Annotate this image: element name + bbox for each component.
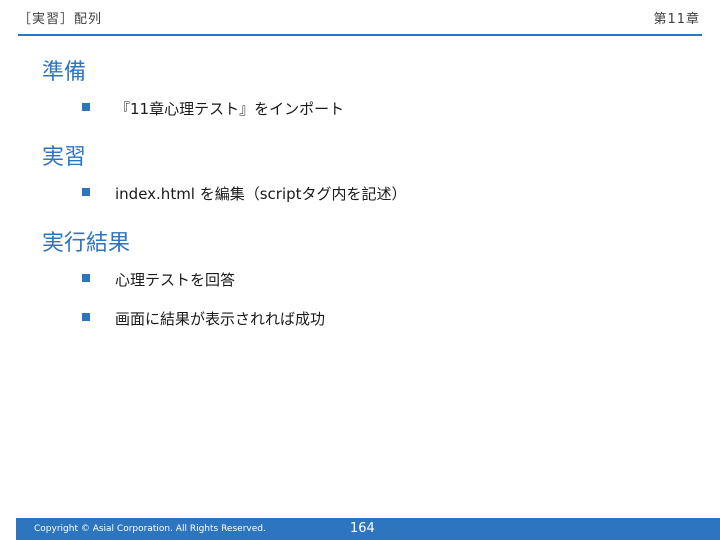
bullet-text: 画面に結果が表示されれば成功 <box>115 310 326 328</box>
section-title-practice: 実習 <box>42 145 87 170</box>
footer-copyright: Copyright © Asial Corporation. All Right… <box>34 524 266 534</box>
section-title-results: 実行結果 <box>42 231 131 256</box>
square-bullet-icon <box>82 274 90 282</box>
square-bullet-icon <box>82 103 90 111</box>
bullet-text: 心理テストを回答 <box>115 271 236 289</box>
bullet-text: 『11章心理テスト』をインポート <box>115 100 345 118</box>
section-title-preparation: 準備 <box>42 60 87 85</box>
footer-bar: Copyright © Asial Corporation. All Right… <box>16 518 720 540</box>
header-topic: ［実習］配列 <box>18 12 103 27</box>
bullet-text: index.html を編集（scriptタグ内を記述） <box>115 185 407 203</box>
square-bullet-icon <box>82 313 90 321</box>
page-number: 164 <box>350 521 375 536</box>
square-bullet-icon <box>82 188 90 196</box>
header-chapter: 第11章 <box>653 12 700 27</box>
header-divider <box>18 34 702 36</box>
